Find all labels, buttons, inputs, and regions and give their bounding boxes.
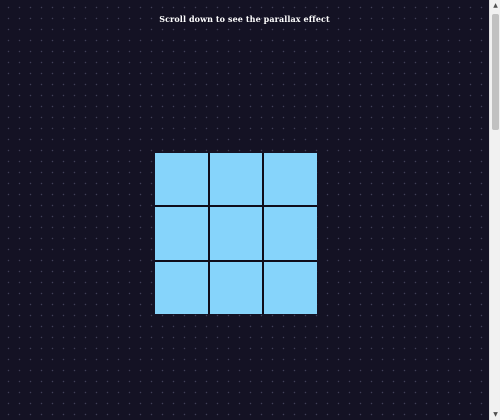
grid-tile — [155, 153, 208, 206]
tile-grid — [155, 153, 317, 314]
arrow-down-icon[interactable]: ▼ — [490, 409, 500, 420]
grid-tile — [264, 261, 317, 314]
page-viewport[interactable]: Scroll down to see the parallax effect — [0, 0, 489, 420]
grid-tile — [155, 261, 208, 314]
scrollbar-thumb[interactable] — [492, 14, 499, 130]
grid-tile — [264, 153, 317, 206]
grid-tile — [209, 153, 263, 206]
scroll-hint-text: Scroll down to see the parallax effect — [159, 14, 330, 24]
arrow-up-icon[interactable]: ▲ — [490, 0, 500, 11]
grid-tile — [155, 207, 208, 260]
vertical-scrollbar[interactable]: ▲ ▼ — [489, 0, 500, 420]
grid-tile — [209, 207, 263, 260]
grid-tile — [264, 207, 317, 260]
grid-tile — [209, 261, 263, 314]
